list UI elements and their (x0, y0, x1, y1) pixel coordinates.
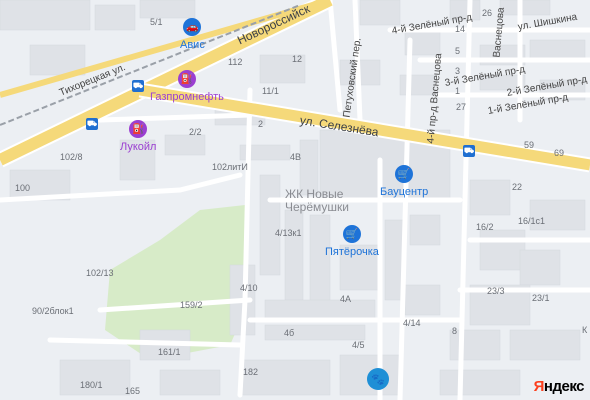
house-number: 5/1 (150, 17, 163, 27)
house-number: 16/2 (476, 222, 494, 232)
map-view[interactable]: Новороссийск Тихорецкая ул. ул. Селезнёв… (0, 0, 590, 400)
transit-stop-icon[interactable]: ⛟ (86, 118, 98, 130)
house-number: 159/2 (180, 300, 203, 310)
residential-complex-label: ЖК Новые Черёмушки (285, 187, 349, 214)
transit-stop-icon[interactable]: ⛟ (132, 80, 144, 92)
house-number: 90/2блок1 (32, 306, 74, 316)
house-number: 4А (340, 294, 352, 304)
poi-pyaterochka[interactable]: 🛒 Пятёрочка (325, 225, 379, 258)
house-number: 23/1 (532, 293, 550, 303)
paw-icon[interactable]: 🐾 (367, 368, 389, 390)
fuel-icon: ⛽ (129, 120, 148, 138)
house-number: 16/1с1 (518, 216, 546, 226)
poi-avis-label: Авис (180, 39, 205, 51)
car-icon: 🚗 (183, 18, 202, 36)
house-number: 26 (482, 8, 493, 18)
house-number: 1 (455, 86, 461, 96)
house-number: 3 (455, 66, 461, 76)
house-number: 161/1 (158, 347, 181, 357)
poi-baucenter-label: Бауцентр (380, 186, 429, 198)
house-number: 69 (554, 148, 565, 158)
house-number: 102/13 (86, 268, 114, 278)
house-number: 4/14 (403, 318, 421, 328)
house-number: 4б (284, 328, 295, 338)
poi-gazpromneft[interactable]: ⛽ Газпромнефть (150, 70, 224, 103)
house-number: 12 (292, 54, 303, 64)
house-number: 23/3 (487, 286, 505, 296)
poi-gazpromneft-label: Газпромнефть (150, 91, 224, 103)
house-number: 59 (524, 140, 535, 150)
house-number: 165 (125, 386, 141, 396)
house-number: 182 (243, 367, 259, 377)
house-number: 180/1 (80, 380, 103, 390)
house-number: 14 (455, 24, 466, 34)
house-number: 4В (290, 152, 302, 162)
house-number: 5 (455, 46, 461, 56)
house-number: 8 (452, 326, 458, 336)
house-number: 27 (456, 102, 467, 112)
house-number: 102/8 (60, 152, 83, 162)
house-number: 4/10 (240, 283, 258, 293)
fuel-icon: ⛽ (177, 70, 196, 88)
poi-lukoil[interactable]: ⛽ Лукойл (120, 120, 156, 153)
house-number: 4/13к1 (275, 228, 302, 238)
shopping-cart-icon: 🛒 (342, 225, 361, 243)
house-number: К (582, 325, 588, 335)
poi-baucenter[interactable]: 🛒 Бауцентр (380, 165, 428, 198)
yandex-logo[interactable]: Яндекс (534, 378, 585, 395)
house-number: 100 (15, 183, 31, 193)
poi-pyaterochka-label: Пятёрочка (325, 246, 379, 258)
house-number: 11/1 (262, 86, 279, 96)
house-number: 22 (512, 182, 523, 192)
house-number: 112 (228, 57, 243, 67)
poi-lukoil-label: Лукойл (120, 141, 157, 153)
shopping-cart-icon: 🛒 (395, 165, 414, 183)
house-number: 4/5 (352, 340, 365, 350)
house-number: 2/2 (189, 127, 202, 137)
poi-avis[interactable]: 🚗 Авис (180, 18, 205, 51)
house-number: 102литИ (212, 162, 248, 172)
house-number: 2 (258, 119, 264, 129)
transit-stop-icon[interactable]: ⛟ (463, 145, 475, 157)
